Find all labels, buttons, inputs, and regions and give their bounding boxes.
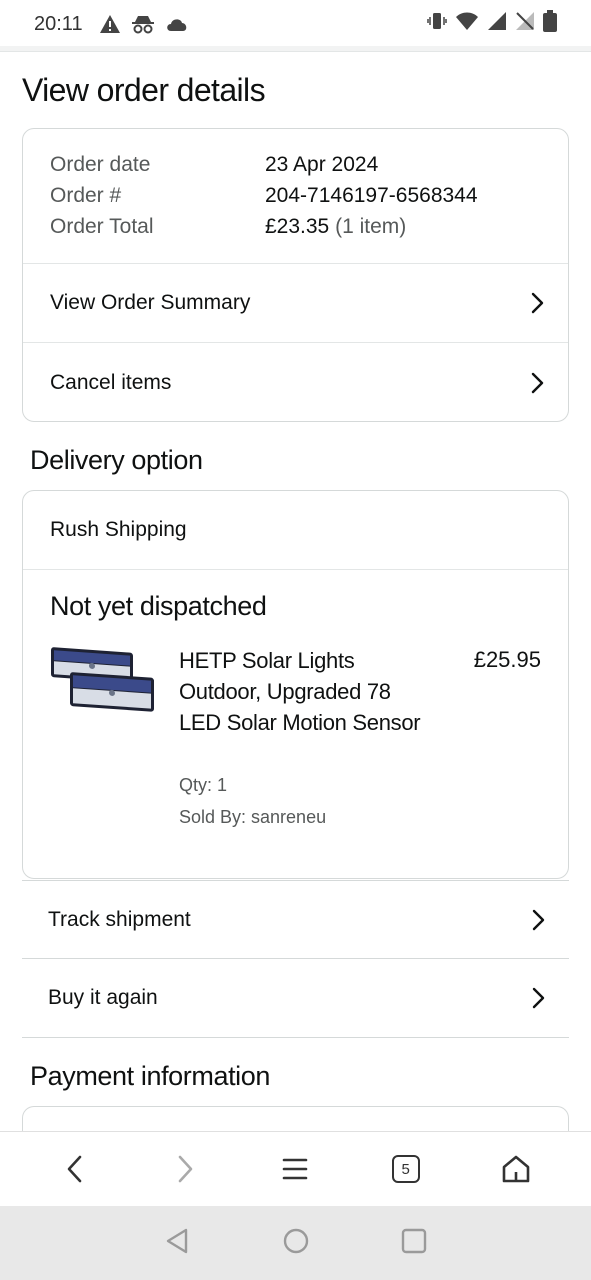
chevron-right-icon	[527, 909, 549, 931]
tab-count-icon: 5	[391, 1155, 420, 1183]
wifi-icon	[455, 11, 479, 37]
product-price: £25.95	[473, 647, 541, 672]
dispatch-status: Not yet dispatched	[50, 591, 267, 621]
order-date-value: 23 Apr 2024	[265, 153, 379, 176]
circle-home-icon	[283, 1228, 308, 1253]
buy-it-again-link[interactable]: Buy it again	[22, 959, 569, 1038]
cloud-icon	[165, 15, 189, 33]
order-info-card: Order date 23 Apr 2024 Order # 204-71461…	[22, 128, 569, 422]
status-bar: 20:11	[0, 0, 591, 48]
chevron-right-icon	[526, 372, 548, 394]
product-image[interactable]	[50, 646, 156, 716]
product-title-link[interactable]: HETP Solar Lights Outdoor, Upgraded 78 L…	[179, 645, 424, 738]
order-number-value: 204-7146197-6568344	[265, 184, 478, 207]
order-date-row: Order date 23 Apr 2024	[50, 149, 541, 180]
battery-icon	[543, 10, 557, 38]
system-navigation-bar	[0, 1206, 591, 1280]
order-number-row: Order # 204-7146197-6568344	[50, 180, 541, 211]
order-info: Order date 23 Apr 2024 Order # 204-71461…	[23, 129, 568, 264]
back-button[interactable]	[55, 1149, 95, 1189]
chevron-right-icon	[178, 1155, 193, 1183]
order-total-items: (1 item)	[335, 215, 407, 238]
incognito-icon	[131, 14, 155, 34]
home-icon	[502, 1155, 530, 1183]
product-quantity: Qty: 1	[179, 775, 228, 795]
order-date-label: Order date	[50, 153, 151, 176]
system-home-button[interactable]	[282, 1227, 310, 1260]
clock: 20:11	[34, 12, 83, 35]
delivery-option-heading: Delivery option	[30, 445, 203, 475]
payment-information-heading: Payment information	[30, 1061, 271, 1091]
tabs-button[interactable]: 5	[386, 1149, 426, 1189]
header-divider	[0, 46, 591, 52]
shipping-method: Rush Shipping	[23, 491, 568, 570]
triangle-back-icon	[166, 1228, 187, 1253]
order-total-label: Order Total	[50, 215, 154, 238]
cancel-items-label: Cancel items	[50, 370, 172, 394]
product-seller: Sold By: sanreneu	[179, 807, 327, 827]
view-order-summary-link[interactable]: View Order Summary	[23, 264, 568, 343]
forward-button[interactable]	[165, 1149, 205, 1189]
order-total-value: £23.35 (1 item)	[265, 211, 406, 242]
vibrate-icon	[427, 11, 447, 37]
system-recents-button[interactable]	[400, 1227, 428, 1260]
square-recents-icon	[401, 1228, 426, 1253]
order-total-amount: £23.35	[265, 215, 330, 238]
page-title: View order details	[22, 72, 266, 108]
warning-icon	[99, 14, 121, 34]
delivery-card: Rush Shipping Not yet dispatched HETP So…	[22, 490, 569, 879]
browser-toolbar: 5	[0, 1131, 591, 1206]
order-number-label: Order #	[50, 184, 122, 207]
hamburger-menu-icon	[283, 1158, 308, 1180]
signal-icon	[487, 11, 507, 37]
chevron-right-icon	[527, 987, 549, 1009]
cancel-items-link[interactable]: Cancel items	[23, 343, 568, 422]
buy-it-again-label: Buy it again	[48, 986, 158, 1009]
no-sim-icon	[515, 11, 535, 37]
track-shipment-link[interactable]: Track shipment	[22, 880, 569, 959]
chevron-right-icon	[526, 292, 548, 314]
order-total-row: Order Total £23.35 (1 item)	[50, 211, 541, 242]
home-button[interactable]	[496, 1149, 536, 1189]
menu-button[interactable]	[275, 1149, 315, 1189]
chevron-left-icon	[67, 1155, 82, 1183]
view-order-summary-label: View Order Summary	[50, 291, 251, 314]
system-back-button[interactable]	[164, 1227, 192, 1260]
track-shipment-label: Track shipment	[48, 907, 191, 931]
